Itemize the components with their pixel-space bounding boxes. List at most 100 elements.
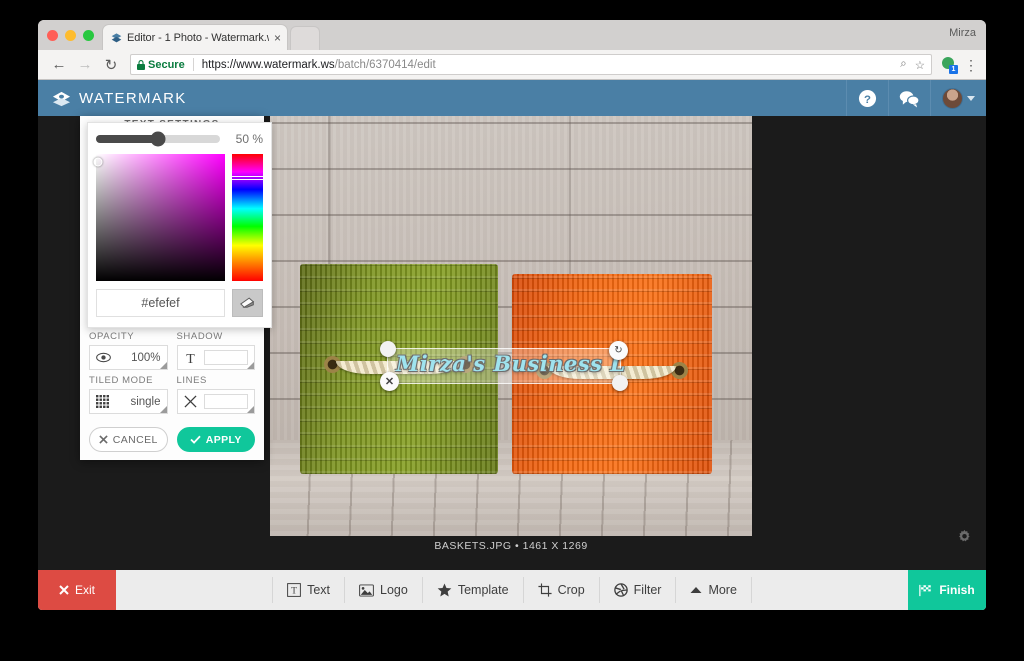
gear-icon (958, 529, 970, 541)
brand-label: WATERMARK (79, 89, 187, 107)
size-slider-knob[interactable] (150, 131, 166, 147)
browser-toolbar: ← → ↻ Secure https://www.watermark.ws/ba… (38, 50, 986, 80)
x-icon (59, 585, 69, 595)
tiled-mode-control[interactable]: single (89, 389, 168, 414)
eraser-button[interactable] (232, 289, 263, 317)
chat-button[interactable] (888, 80, 930, 116)
settings-fields: OPACITY 100% SHADOW T TILED MODE single … (80, 325, 264, 414)
exit-button[interactable]: Exit (38, 570, 116, 610)
help-button[interactable]: ? (846, 80, 888, 116)
text-settings-panel: TEXT SETTINGS 50 % (80, 116, 272, 460)
apply-label: APPLY (205, 433, 242, 446)
close-window-button[interactable] (47, 30, 58, 41)
sv-cursor[interactable] (93, 157, 103, 167)
watermark-layers-icon (52, 91, 71, 106)
bookmark-star-icon[interactable]: ☆ (915, 58, 925, 72)
star-icon (437, 583, 452, 597)
tool-logo-label: Logo (380, 583, 408, 597)
text-icon: T (287, 583, 301, 597)
browser-tab[interactable]: Editor - 1 Photo - Watermark.w × (102, 24, 288, 50)
tool-filter[interactable]: Filter (600, 577, 677, 603)
lines-control[interactable] (176, 389, 255, 414)
saturation-value-area[interactable] (93, 154, 225, 281)
minimize-window-button[interactable] (65, 30, 76, 41)
brand[interactable]: WATERMARK (52, 89, 187, 108)
delete-watermark-handle[interactable]: ✕ (380, 372, 399, 391)
tab-close-icon[interactable]: × (274, 32, 281, 44)
secure-indicator: Secure (137, 59, 185, 71)
tool-more-label: More (708, 583, 737, 597)
rotate-watermark-handle[interactable]: ↻ (609, 341, 628, 360)
url-path: /batch/6370414/edit (334, 58, 436, 71)
browser-menu-icon[interactable]: ⋮ (964, 58, 978, 72)
avatar (942, 87, 963, 109)
account-menu[interactable] (930, 80, 986, 116)
size-slider[interactable] (96, 131, 220, 147)
bottom-toolbar: Exit T Text Logo Template Crop Filter Mo… (38, 570, 986, 610)
address-bar[interactable]: Secure https://www.watermark.ws/batch/63… (130, 54, 932, 75)
color-picker-popover: 50 % #efefef (87, 122, 272, 328)
resize-handle-bottom-right[interactable] (612, 375, 628, 391)
settings-gear-button[interactable] (954, 526, 974, 546)
tool-filter-label: Filter (633, 583, 662, 597)
opacity-value: 100% (131, 351, 161, 364)
tool-template-label: Template (457, 583, 509, 597)
photo-canvas[interactable]: Mirza's Business L ✕ ↻ (270, 116, 752, 536)
opacity-field: OPACITY 100% (89, 331, 168, 370)
close-x-icon (183, 395, 197, 408)
shadow-field: SHADOW T (176, 331, 255, 370)
tool-crop-label: Crop (557, 583, 585, 597)
text-shadow-icon: T (186, 352, 195, 365)
opacity-control[interactable]: 100% (89, 345, 168, 370)
tool-crop[interactable]: Crop (524, 577, 600, 603)
cancel-button[interactable]: CANCEL (89, 427, 168, 452)
watermark-selection-box[interactable]: Mirza's Business L ✕ ↻ (380, 341, 628, 391)
shadow-color-swatch[interactable] (203, 350, 248, 365)
crop-icon (538, 583, 552, 597)
editor-stage: Mirza's Business L ✕ ↻ BASKETS.JPG • 146… (38, 116, 986, 610)
reload-button[interactable]: ↻ (98, 53, 124, 77)
extension-icon[interactable]: 1 (941, 56, 958, 74)
maximize-window-button[interactable] (83, 30, 94, 41)
url-text: https://www.watermark.ws/batch/6370414/e… (202, 59, 436, 71)
tiled-mode-value: single (130, 395, 161, 408)
shadow-control[interactable]: T (176, 345, 255, 370)
tool-more[interactable]: More (676, 577, 752, 603)
finish-label: Finish (939, 583, 975, 597)
image-icon (359, 583, 374, 597)
size-slider-fill (96, 135, 158, 143)
hue-slider[interactable] (231, 154, 264, 281)
tool-text[interactable]: T Text (272, 577, 346, 603)
grid-icon (96, 395, 109, 408)
background-tab[interactable] (290, 26, 320, 50)
back-button[interactable]: ← (46, 53, 72, 77)
apply-button[interactable]: APPLY (176, 427, 255, 452)
x-icon (99, 435, 108, 444)
cancel-label: CANCEL (112, 433, 158, 446)
caret-up-icon (690, 587, 702, 593)
lines-label: LINES (176, 375, 207, 386)
hue-slider-knob[interactable] (231, 175, 264, 180)
secure-label: Secure (148, 58, 185, 71)
size-slider-value: 50 % (235, 132, 263, 146)
desktop-background: Editor - 1 Photo - Watermark.w × Mirza ←… (0, 0, 1024, 661)
tool-logo[interactable]: Logo (345, 577, 423, 603)
extension-count: 1 (949, 64, 958, 74)
lines-color-swatch[interactable] (203, 394, 248, 409)
size-slider-row: 50 % (96, 131, 263, 147)
watermark-favicon-icon (111, 33, 122, 43)
tool-text-label: Text (307, 583, 331, 597)
resize-handle-top-left[interactable] (380, 341, 396, 357)
exit-label: Exit (74, 583, 95, 597)
hex-color-input[interactable]: #efefef (96, 289, 225, 317)
url-scheme: https://www.watermark.ws (201, 58, 335, 71)
lock-icon (137, 59, 145, 70)
forward-button[interactable]: → (72, 53, 98, 77)
tool-template[interactable]: Template (423, 577, 524, 603)
flag-icon (919, 584, 932, 596)
zoom-icon[interactable]: ⌕ (900, 58, 906, 71)
browser-tab-strip: Editor - 1 Photo - Watermark.w × Mirza (38, 20, 986, 50)
photo-image (270, 116, 752, 536)
finish-button[interactable]: Finish (908, 570, 986, 610)
check-icon (190, 435, 201, 444)
